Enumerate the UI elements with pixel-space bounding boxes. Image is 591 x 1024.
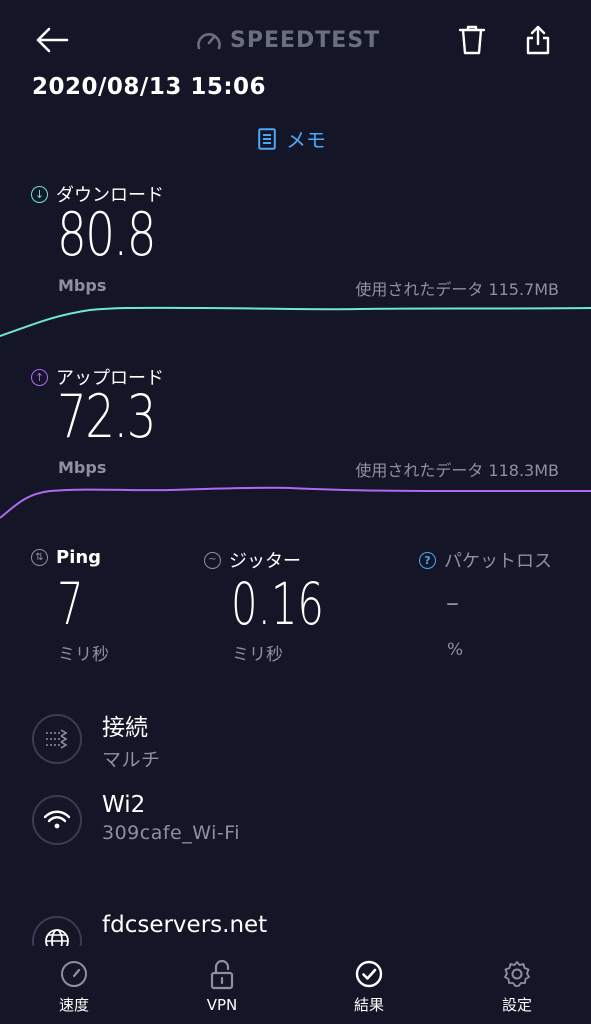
nav-settings[interactable]: 設定 xyxy=(467,960,567,1015)
memo-icon xyxy=(258,127,276,150)
gear-icon xyxy=(504,961,530,987)
network-provider: Wi2 xyxy=(102,792,146,818)
nav-vpn[interactable]: VPN xyxy=(172,960,272,1014)
gauge-logo-icon xyxy=(197,33,221,50)
ping-unit: ミリ秒 xyxy=(58,645,109,665)
back-button[interactable] xyxy=(30,22,74,58)
jitter-icon: ~ xyxy=(204,551,221,569)
download-speed-graph xyxy=(0,306,591,337)
nav-speed[interactable]: 速度 xyxy=(24,960,124,1015)
ping-icon: ⇅ xyxy=(31,549,48,566)
download-value: 80.8 xyxy=(57,200,157,270)
nav-settings-label: 設定 xyxy=(501,996,532,1014)
upload-arrow-icon: ↑ xyxy=(31,368,48,386)
logo-text: SPEEDTEST xyxy=(230,27,381,53)
trash-icon xyxy=(458,25,486,55)
speedtest-logo: SPEEDTEST xyxy=(196,24,380,56)
lock-icon xyxy=(210,960,234,990)
nav-vpn-label: VPN xyxy=(206,996,238,1014)
download-data-used: 使用されたデータ 115.7MB xyxy=(355,280,559,299)
bottom-navigation: 速度 VPN 結果 設定 xyxy=(0,946,591,1024)
test-datetime: 2020/08/13 15:06 xyxy=(32,74,267,100)
speed-gauge-icon xyxy=(61,961,87,987)
packet-loss-unit: % xyxy=(447,640,464,660)
memo-button[interactable]: メモ xyxy=(258,124,326,153)
upload-unit: Mbps xyxy=(58,458,107,477)
jitter-value: 0.16 xyxy=(231,570,324,638)
packet-loss-value: – xyxy=(446,588,459,618)
packet-loss-label[interactable]: ? パケットロス xyxy=(419,547,552,573)
share-button[interactable] xyxy=(518,20,558,60)
arrow-left-icon xyxy=(36,27,69,53)
jitter-unit: ミリ秒 xyxy=(232,645,283,665)
network-ssid: 309cafe_Wi-Fi xyxy=(102,822,241,844)
ping-value: 7 xyxy=(57,570,84,638)
check-circle-icon xyxy=(355,960,383,988)
memo-label: メモ xyxy=(286,128,326,152)
download-unit: Mbps xyxy=(58,276,107,295)
delete-button[interactable] xyxy=(452,20,492,60)
help-icon: ? xyxy=(419,551,436,569)
nav-results-label: 結果 xyxy=(353,996,384,1014)
connections-icon xyxy=(32,714,82,764)
share-icon xyxy=(526,25,550,55)
packet-loss-label-text: パケットロス xyxy=(444,551,552,572)
connections-title: 接続 xyxy=(102,715,148,741)
server-name: fdcservers.net xyxy=(102,912,268,938)
upload-speed-graph xyxy=(0,486,591,519)
wifi-icon xyxy=(32,795,82,845)
nav-results[interactable]: 結果 xyxy=(319,960,419,1015)
ping-label: ⇅ Ping xyxy=(31,547,101,568)
nav-speed-label: 速度 xyxy=(58,996,89,1014)
upload-value: 72.3 xyxy=(57,382,157,452)
ping-label-text: Ping xyxy=(56,547,102,568)
connections-value: マルチ xyxy=(102,749,161,771)
download-arrow-icon: ↓ xyxy=(31,185,48,203)
